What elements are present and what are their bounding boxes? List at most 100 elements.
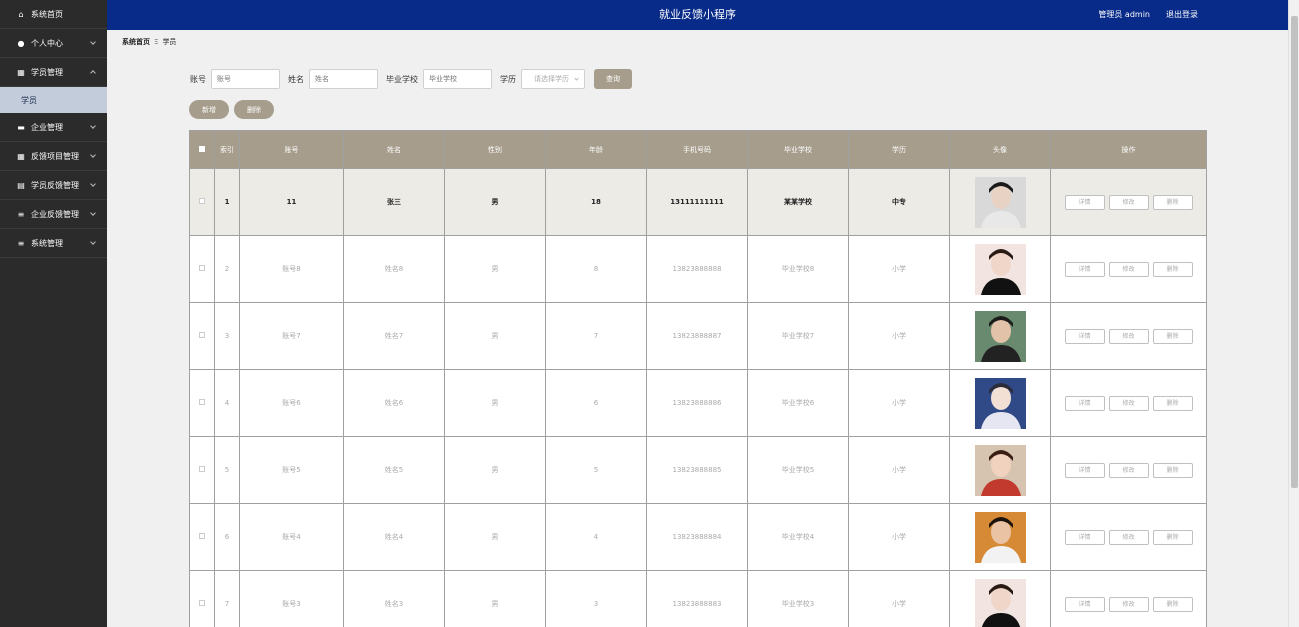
cell-phone: 13823888887 [646,302,748,370]
avatar[interactable] [974,310,1026,362]
detail-button[interactable]: 详情 [1064,261,1105,277]
cell-phone: 13823888884 [646,503,748,571]
edit-button[interactable]: 修改 [1108,261,1149,277]
sidebar-item-student-feedback-management[interactable]: ▤ 学员反馈管理 [0,171,107,200]
name-search-input[interactable] [309,69,378,89]
cell-school: 毕业学校6 [747,369,849,437]
table-row[interactable]: 6 账号4 姓名4 男 4 13823888884 毕业学校4 小学 详情 修改删… [189,503,1207,571]
add-button[interactable]: 新增 [189,100,229,119]
sidebar-item-label: 系统管理 [31,238,63,248]
row-select-cell[interactable] [189,503,215,571]
cell-age: 5 [545,436,647,504]
account-label: 账号 [190,74,206,84]
edit-button[interactable]: 修改 [1108,462,1149,478]
detail-button[interactable]: 详情 [1064,328,1105,344]
row-select-cell[interactable] [189,235,215,303]
cell-index: 5 [214,436,240,504]
row-checkbox[interactable] [199,466,205,472]
cell-gender: 男 [444,235,546,303]
table-row[interactable]: 3 账号7 姓名7 男 7 13823888887 毕业学校7 小学 详情 修改删… [189,302,1207,370]
cell-school: 毕业学校4 [747,503,849,571]
detail-button[interactable]: 详情 [1064,529,1105,545]
row-checkbox[interactable] [199,600,205,606]
select-all-checkbox[interactable] [199,145,205,152]
row-select-cell[interactable] [189,570,215,627]
sidebar-item-company-feedback-management[interactable]: ≡ 企业反馈管理 [0,200,107,229]
top-header: 就业反馈小程序 管理员 admin 退出登录 [107,0,1288,30]
cell-index: 7 [214,570,240,627]
delete-button[interactable]: 删除 [1152,194,1193,210]
detail-button[interactable]: 详情 [1064,462,1105,478]
avatar[interactable] [974,377,1026,429]
sidebar-item-system-management[interactable]: ≡ 系统管理 [0,229,107,258]
account-search-input[interactable] [211,69,280,89]
batch-delete-button[interactable]: 删除 [234,100,274,119]
student-table: 索引 账号 姓名 性别 年龄 手机号码 毕业学校 学历 头像 操作 1 11 张… [189,130,1207,627]
education-select[interactable]: 请选择学历 [521,69,585,89]
delete-button[interactable]: 删除 [1152,261,1193,277]
breadcrumb-current: 学员 [162,38,177,46]
row-checkbox[interactable] [199,533,205,539]
page-scrollbar[interactable] [1288,0,1299,627]
edit-button[interactable]: 修改 [1108,596,1149,612]
row-checkbox[interactable] [199,332,205,338]
cell-age: 8 [545,235,647,303]
avatar[interactable] [974,243,1026,295]
clipboard-icon: ▤ [17,180,25,190]
row-checkbox[interactable] [199,399,205,405]
header-avatar: 头像 [949,130,1051,169]
table-row[interactable]: 1 11 张三 男 18 13111111111 某某学校 中专 详情 修改 删除 [189,168,1207,236]
sidebar-item-feedback-project-management[interactable]: ▦ 反馈项目管理 [0,142,107,171]
sidebar-item-company-management[interactable]: ▬ 企业管理 [0,113,107,142]
cell-education: 中专 [848,168,950,236]
scrollbar-thumb[interactable] [1291,16,1298,488]
table-row[interactable]: 5 账号5 姓名5 男 5 13823888885 毕业学校5 小学 详情 修改删… [189,436,1207,504]
row-select-cell[interactable] [189,302,215,370]
detail-button[interactable]: 详情 [1064,596,1105,612]
cell-index: 2 [214,235,240,303]
cell-gender: 男 [444,168,546,236]
delete-button[interactable]: 删除 [1152,395,1193,411]
student-table-wrapper: 索引 账号 姓名 性别 年龄 手机号码 毕业学校 学历 头像 操作 1 11 张… [189,130,1207,627]
logout-link[interactable]: 退出登录 [1166,0,1198,30]
edit-button[interactable]: 修改 [1108,395,1149,411]
select-all-cell[interactable] [189,130,215,169]
row-select-cell[interactable] [189,436,215,504]
row-checkbox[interactable] [199,198,205,204]
cell-account: 账号3 [239,570,344,627]
sidebar-subitem-student[interactable]: 学员 [0,87,107,113]
detail-button[interactable]: 详情 [1064,194,1105,210]
avatar[interactable] [974,444,1026,496]
cell-account: 账号6 [239,369,344,437]
table-row[interactable]: 7 账号3 姓名3 男 3 13823888883 毕业学校3 小学 详情 修改删… [189,570,1207,627]
delete-button[interactable]: 删除 [1152,596,1193,612]
sidebar-item-home[interactable]: ⌂ 系统首页 [0,0,107,29]
edit-button[interactable]: 修改 [1108,529,1149,545]
header-index: 索引 [214,130,240,169]
sidebar-item-personal-center[interactable]: ● 个人中心 [0,29,107,58]
school-search-input[interactable] [423,69,492,89]
header-account: 账号 [239,130,344,169]
edit-button[interactable]: 修改 [1108,328,1149,344]
query-button[interactable]: 查询 [594,69,632,89]
delete-button[interactable]: 删除 [1152,328,1193,344]
row-select-cell[interactable] [189,168,215,236]
cell-name: 姓名5 [343,436,445,504]
edit-button[interactable]: 修改 [1108,194,1149,210]
table-row[interactable]: 2 账号8 姓名8 男 8 13823888888 毕业学校8 小学 详情 修改删… [189,235,1207,303]
monitor-icon: ▬ [17,122,25,132]
cell-gender: 男 [444,369,546,437]
row-select-cell[interactable] [189,369,215,437]
row-checkbox[interactable] [199,265,205,271]
delete-button[interactable]: 删除 [1152,529,1193,545]
table-header-row: 索引 账号 姓名 性别 年龄 手机号码 毕业学校 学历 头像 操作 [189,130,1207,169]
avatar[interactable] [974,578,1026,627]
detail-button[interactable]: 详情 [1064,395,1105,411]
avatar[interactable] [974,511,1026,563]
table-row[interactable]: 4 账号6 姓名6 男 6 13823888886 毕业学校6 小学 详情 修改删… [189,369,1207,437]
delete-button[interactable]: 删除 [1152,462,1193,478]
cell-avatar [949,570,1051,627]
breadcrumb-home[interactable]: 系统首页 [122,38,150,46]
sidebar-item-student-management[interactable]: ▦ 学员管理 [0,58,107,87]
avatar[interactable] [974,176,1026,228]
